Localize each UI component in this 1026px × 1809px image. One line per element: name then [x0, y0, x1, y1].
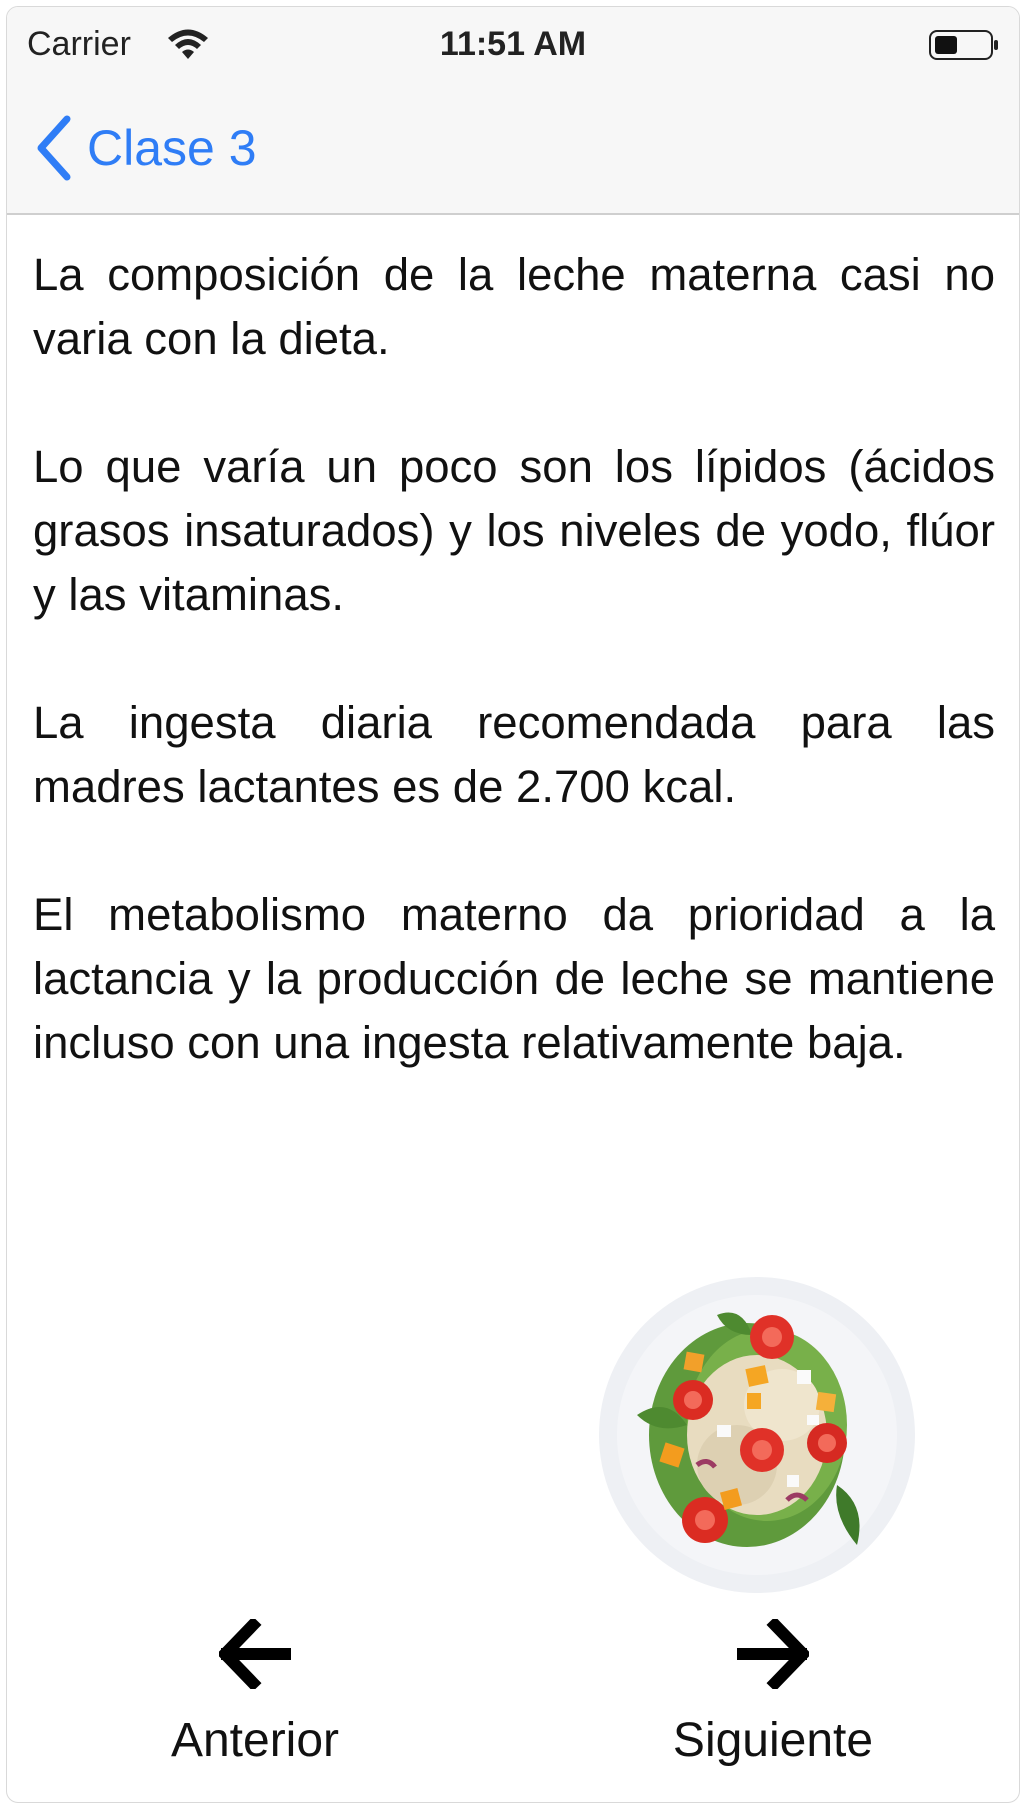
phone-screen: Carrier 11:51 AM Clase 3 La composición …	[6, 6, 1020, 1803]
arrow-right-icon	[737, 1619, 809, 1689]
navigation-bar: Clase 3	[7, 79, 1019, 215]
lesson-paragraph: La composición de la leche materna casi …	[33, 249, 995, 364]
lesson-content: La composición de la leche materna casi …	[33, 243, 995, 1075]
back-button-label: Clase 3	[87, 120, 257, 176]
salad-plate-image	[599, 1277, 915, 1593]
next-button[interactable]: Siguiente	[643, 1619, 903, 1768]
lesson-paragraph: La ingesta diaria recomendada para las m…	[33, 697, 995, 812]
previous-button[interactable]: Anterior	[125, 1619, 385, 1768]
back-button[interactable]: Clase 3	[33, 113, 257, 183]
previous-button-label: Anterior	[170, 1714, 340, 1767]
next-button-label: Siguiente	[672, 1714, 874, 1767]
lesson-paragraph: El metabolismo materno da prioridad a la…	[33, 889, 995, 1068]
clock-time: 11:51 AM	[439, 25, 587, 63]
battery-icon	[929, 30, 998, 60]
status-bar: Carrier 11:51 AM	[7, 7, 1019, 79]
arrow-left-icon	[219, 1619, 291, 1689]
lesson-paragraph: Lo que varía un poco son los lípidos (ác…	[33, 441, 995, 620]
chevron-left-icon	[37, 115, 71, 181]
